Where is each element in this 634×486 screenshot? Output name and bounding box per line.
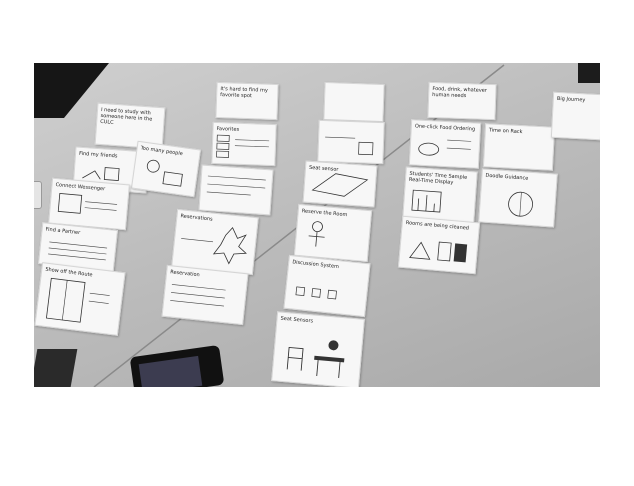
- cup: [34, 181, 42, 209]
- sticky-note: [198, 164, 274, 216]
- photo: I need to study with someone here in the…: [34, 63, 600, 387]
- sticky-note: It's hard to find my favorite spot: [215, 81, 279, 121]
- sticky-note: Seat Sensors: [271, 311, 365, 387]
- sticky-note: Seat sensor: [302, 160, 378, 208]
- sticky-note: Reservations: [171, 208, 259, 276]
- sticky-note: Time on Rack: [482, 123, 556, 171]
- sticky-note: [317, 119, 385, 165]
- sticky-note: Big Journey: [550, 91, 600, 141]
- sticky-note: Favorites: [211, 121, 277, 167]
- sticky-note: Connect Wessenger: [48, 177, 130, 231]
- sticky-note: Too many people: [130, 140, 202, 198]
- laptop-edge: [34, 349, 78, 387]
- sticky-note: Show off the Route: [34, 262, 126, 336]
- sticky-note: Doodle Guidance: [478, 168, 558, 228]
- sticky-note: One-click Food Ordering: [408, 119, 482, 169]
- tablet-screen: [138, 355, 203, 387]
- sticky-note: Reservation: [161, 264, 249, 326]
- sticky-note: Discussion System: [283, 254, 371, 318]
- sticky-note: Rooms are being cleaned: [397, 215, 481, 275]
- sticky-note: Food, drink, whatever human needs: [427, 81, 497, 121]
- sticky-note: Reserve the Room: [293, 203, 373, 263]
- sticky-note: Students' Time Sample Real-Time Display: [402, 166, 478, 224]
- sticky-note: [323, 81, 385, 123]
